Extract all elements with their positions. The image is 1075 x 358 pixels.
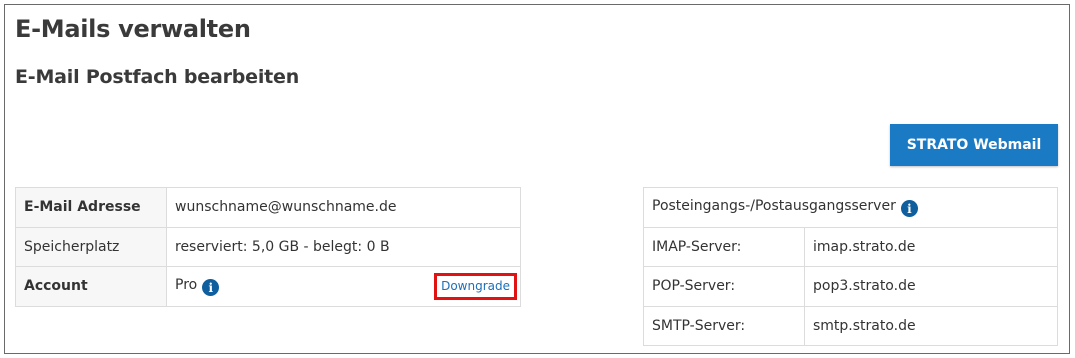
table-row: IMAP-Server: imap.strato.de [643,226,1058,267]
page-title: E-Mails verwalten [15,15,251,43]
pop-server-label: POP-Server: [643,266,805,307]
email-address-label: E-Mail Adresse [15,187,167,228]
email-address-value: wunschname@wunschname.de [166,187,521,228]
server-heading: Posteingangs-/Postausgangsserver [652,197,896,214]
smtp-server-label: SMTP-Server: [643,305,805,346]
storage-value: reserviert: 5,0 GB - belegt: 0 B [166,226,521,267]
account-value: Pro [175,276,198,293]
info-icon[interactable]: i [202,279,220,296]
content-panel: E-Mails verwalten E-Mail Postfach bearbe… [4,4,1070,354]
server-info-table: Posteingangs-/Postausgangsserver i IMAP-S… [643,187,1058,346]
pop-server-value: pop3.strato.de [804,266,1058,307]
table-row: Account Pro i Downgrade [15,266,521,307]
imap-server-label: IMAP-Server: [643,226,805,267]
downgrade-link[interactable]: Downgrade [434,273,517,300]
imap-server-value: imap.strato.de [804,226,1058,267]
account-value-cell: Pro i Downgrade [166,266,521,307]
account-label: Account [15,266,167,307]
section-title: E-Mail Postfach bearbeiten [15,66,300,88]
table-row: POP-Server: pop3.strato.de [643,266,1058,307]
smtp-server-value: smtp.strato.de [804,305,1058,346]
strato-webmail-button[interactable]: STRATO Webmail [890,124,1058,166]
table-row: Posteingangs-/Postausgangsserver i [643,187,1058,228]
server-heading-cell: Posteingangs-/Postausgangsserver i [643,187,1058,228]
table-row: E-Mail Adresse wunschname@wunschname.de [15,187,521,228]
info-icon[interactable]: i [900,200,918,217]
table-row: SMTP-Server: smtp.strato.de [643,305,1058,346]
table-row: Speicherplatz reserviert: 5,0 GB - beleg… [15,226,521,267]
storage-label: Speicherplatz [15,226,167,267]
mailbox-info-table: E-Mail Adresse wunschname@wunschname.de … [15,187,521,307]
